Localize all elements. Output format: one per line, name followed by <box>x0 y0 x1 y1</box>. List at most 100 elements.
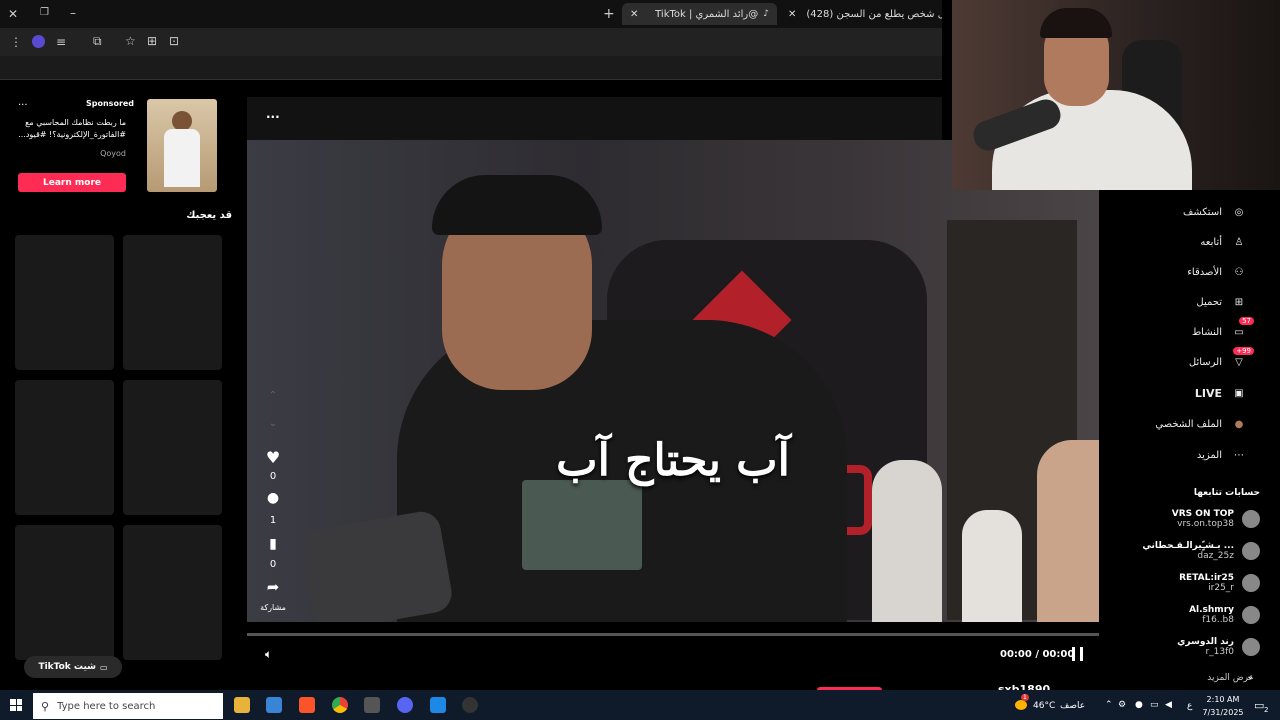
nav-item-1[interactable]: أتابعه ♙ <box>1200 233 1248 251</box>
following-handle: f16..b8 <box>1202 615 1234 625</box>
nav-badge: 57 <box>1239 317 1254 325</box>
following-name: بـشـًٍيرالـقـحطاني ... <box>1142 541 1234 551</box>
speaker-icon[interactable]: ◀ <box>1165 700 1172 710</box>
microphone-icon[interactable]: ● <box>1135 700 1143 710</box>
avatar <box>1242 638 1260 656</box>
nav-item-label: تحميل <box>1196 296 1222 308</box>
video-more-icon[interactable]: ... <box>266 107 280 121</box>
tab-youtube[interactable]: ✕ (428) اول شخص يطلع من السجن... <box>782 3 942 25</box>
translate-icon[interactable]: ⊞ <box>147 34 157 48</box>
suggested-video-tile[interactable] <box>15 380 114 515</box>
following-account[interactable]: بـشـًٍيرالـقـحطاني ... daz_25z <box>1142 541 1260 561</box>
sponsored-ad[interactable]: ... Sponsored ما ربطت نظامك المحاسبي مع … <box>14 97 232 197</box>
new-tab-button[interactable]: + <box>603 6 615 22</box>
volume-icon[interactable]: 🔈︎ <box>265 647 272 662</box>
nav-item-label: استكشف <box>1183 206 1222 218</box>
share-arrow-icon[interactable]: ➦ <box>262 578 284 596</box>
photo-app-icon[interactable] <box>430 697 446 713</box>
taskbar-time[interactable]: 2:10 AM <box>1203 695 1243 704</box>
chevron-up-icon[interactable]: ⌃ <box>262 390 284 401</box>
ad-more-icon[interactable]: ... <box>18 97 28 108</box>
brave-icon[interactable] <box>299 697 315 713</box>
chevron-down-icon[interactable]: ⌄ <box>262 418 284 429</box>
webcam-person-hair <box>1040 8 1112 38</box>
live-icon: ▣ <box>1234 387 1244 399</box>
profile-avatar-icon[interactable] <box>32 35 45 48</box>
following-account[interactable]: Al.shmry f16..b8 <box>1189 605 1260 625</box>
suggested-video-tile[interactable] <box>123 235 222 370</box>
ad-thumbnail[interactable] <box>147 99 217 192</box>
store-icon[interactable] <box>266 697 282 713</box>
playlist-icon[interactable]: ≡ <box>56 35 66 49</box>
video-child-2 <box>962 510 1022 622</box>
network-icon[interactable]: ▭ <box>1150 700 1159 710</box>
following-account-text: RETAL:ir25 ir25_r <box>1179 573 1234 593</box>
screen-share-icon[interactable]: ⊡ <box>169 34 179 48</box>
nav-item-2[interactable]: الأصدقاء ⚇ <box>1187 263 1248 281</box>
tab-close-icon[interactable]: ✕ <box>788 9 796 20</box>
nav-item-5[interactable]: الرسائل ▽ +99 <box>1189 347 1254 371</box>
video-progress-track[interactable] <box>247 633 1099 636</box>
nav-item-8[interactable]: المزيد ⋯ <box>1197 446 1248 464</box>
video-player[interactable]: آب يحتاج آب <box>247 140 1099 622</box>
following-account[interactable]: VRS ON TOP vrs.on.top38 <box>1172 509 1260 529</box>
suggested-video-tile[interactable] <box>15 525 114 660</box>
webcam-overlay <box>952 0 1280 190</box>
following-account-text: Al.shmry f16..b8 <box>1189 605 1234 625</box>
suggested-video-tile[interactable] <box>15 235 114 370</box>
tab-tiktok[interactable]: ✕ TikTok | رائد الشمري@ ♪ <box>622 3 777 25</box>
nav-item-label: LIVE <box>1194 386 1222 400</box>
learn-more-button[interactable]: Learn more <box>18 173 126 192</box>
tray-icon[interactable]: ⚙ <box>1118 700 1126 710</box>
input-language[interactable]: ع <box>1187 701 1192 711</box>
pause-icon[interactable] <box>1072 647 1083 661</box>
avatar <box>1242 574 1260 592</box>
minimize-icon[interactable]: – <box>70 6 76 20</box>
following-account[interactable]: رند الدوسري r_13f0 <box>1177 637 1260 657</box>
nav-item-6[interactable]: LIVE ▣ <box>1195 384 1248 402</box>
video-subtitle: آب يحتاج آب <box>556 435 790 486</box>
chevron-down-icon[interactable]: ⌄ <box>1246 671 1254 682</box>
notification-icon[interactable]: ▭ <box>1254 699 1264 712</box>
like-heart-icon[interactable]: ♥ <box>262 448 284 467</box>
like-count: 0 <box>269 471 277 482</box>
nav-item-4[interactable]: النشاط ▭ 57 <box>1191 317 1254 341</box>
nav-item-label: الأصدقاء <box>1187 266 1222 278</box>
restore-icon[interactable]: ❐ <box>40 7 49 18</box>
nav-item-7[interactable]: الملف الشخصي ● <box>1155 415 1248 433</box>
bookmarks-bar <box>0 56 942 80</box>
obs-icon[interactable] <box>462 697 478 713</box>
suggested-video-tile[interactable] <box>123 380 222 515</box>
following-account-text: VRS ON TOP vrs.on.top38 <box>1172 509 1234 529</box>
video-header: ... <box>247 97 942 140</box>
menu-dots-icon[interactable]: ⋮ <box>10 35 22 49</box>
file-explorer-icon[interactable] <box>234 697 250 713</box>
discord-icon[interactable] <box>397 697 413 713</box>
nav-item-0[interactable]: استكشف ◎ <box>1183 203 1248 221</box>
tab-title: TikTok | رائد الشمري@ <box>655 8 759 20</box>
chevron-up-icon[interactable]: ⌃ <box>1105 700 1113 710</box>
tab-close-icon[interactable]: ✕ <box>630 9 638 20</box>
comment-icon[interactable]: ● <box>262 490 284 506</box>
following-account[interactable]: RETAL:ir25 ir25_r <box>1179 573 1260 593</box>
weather-icon: 1 <box>1015 694 1029 710</box>
profile-icon: ● <box>1234 418 1244 430</box>
bookmark-star-icon[interactable]: ☆ <box>125 34 136 48</box>
comment-count: 1 <box>269 515 277 526</box>
windows-start-icon[interactable] <box>10 699 22 711</box>
extensions-icon[interactable]: ⧉ <box>93 34 102 49</box>
bookmark-icon[interactable]: ▮ <box>262 536 284 552</box>
taskbar-search[interactable]: ⚲ Type here to search <box>33 693 223 719</box>
save-count: 0 <box>269 559 277 570</box>
taskbar-date[interactable]: 7/31/2025 <box>1200 708 1246 717</box>
nav-item-label: الملف الشخصي <box>1155 418 1222 430</box>
nav-item-3[interactable]: تحميل ⊞ <box>1196 293 1248 311</box>
nav-item-label: أتابعه <box>1200 236 1222 248</box>
suggested-video-tile[interactable] <box>123 525 222 660</box>
tiktok-chat-button[interactable]: TikTok شيت ▭ <box>24 656 122 678</box>
close-window-icon[interactable]: ✕ <box>8 7 18 21</box>
tab-title: (428) اول شخص يطلع من السجن... <box>806 8 942 20</box>
nav-item-label: النشاط <box>1191 326 1222 338</box>
xbox-icon[interactable] <box>364 697 380 713</box>
chrome-icon[interactable] <box>332 697 348 713</box>
